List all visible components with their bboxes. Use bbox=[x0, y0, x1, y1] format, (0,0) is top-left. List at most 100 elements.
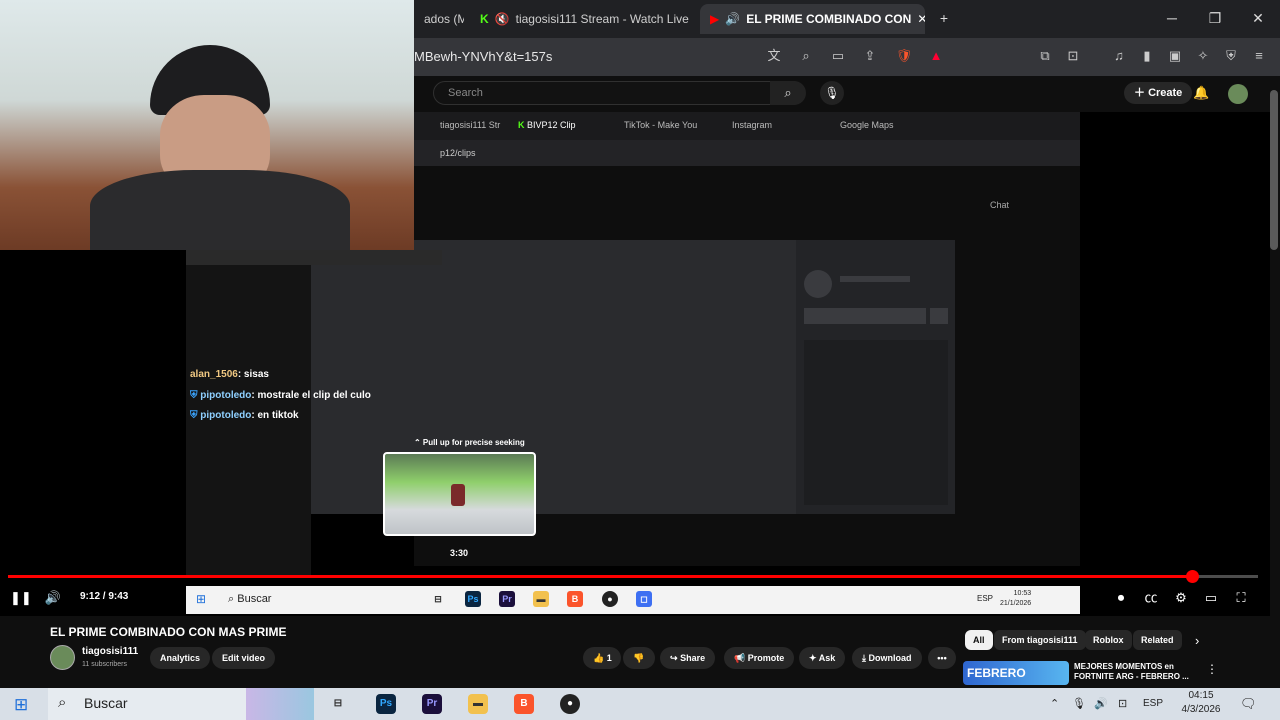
download-icon: ⤓ bbox=[862, 653, 866, 663]
minimize-icon[interactable]: ─ bbox=[1162, 8, 1182, 28]
account-avatar[interactable] bbox=[1228, 84, 1248, 104]
megaphone-icon: 📢 bbox=[734, 653, 746, 663]
sidebar-icon[interactable]: ▮ bbox=[1138, 47, 1156, 65]
tray-chevron-icon[interactable]: ⌃ bbox=[1050, 697, 1059, 710]
browser-tab-active[interactable]: ▶ 🔊 EL PRIME COMBINADO CON ✕ bbox=[700, 4, 925, 34]
translate-icon[interactable]: 文 bbox=[765, 47, 783, 65]
chat-username: pipotoledo bbox=[200, 390, 252, 401]
inner-tab-label: BIVP12 Clip bbox=[527, 120, 576, 130]
promote-label: Promote bbox=[747, 653, 785, 663]
vpn-icon[interactable]: ⛨ bbox=[1222, 47, 1240, 65]
create-label: Create bbox=[1148, 87, 1183, 99]
theater-mode-icon[interactable]: ▭ bbox=[1202, 589, 1220, 607]
like-button[interactable]: 👍 1 bbox=[583, 647, 621, 669]
windows-start-icon: ⊞ bbox=[196, 592, 207, 606]
captions-icon[interactable]: ㏄ bbox=[1142, 589, 1160, 607]
fullscreen-icon[interactable]: ⛶ bbox=[1232, 589, 1250, 607]
system-clock[interactable]: 04:15 4/3/2026 bbox=[1176, 689, 1226, 717]
settings-icon[interactable]: ⚙ bbox=[1172, 589, 1190, 607]
chat-username: pipotoledo bbox=[200, 410, 252, 421]
media-icon[interactable]: ♫ bbox=[1110, 47, 1128, 65]
restore-icon[interactable]: ❐ bbox=[1205, 8, 1225, 28]
url-field[interactable]: MBewh-YNVhY&t=157s bbox=[414, 49, 552, 64]
moderator-badge-icon: ⛨ bbox=[190, 410, 198, 421]
chat-text: : en tiktok bbox=[251, 410, 299, 421]
new-tab-button[interactable]: + bbox=[934, 8, 954, 28]
autoplay-toggle[interactable]: ⏺ bbox=[1112, 589, 1130, 607]
brave-rewards-icon[interactable]: ▲ bbox=[927, 47, 945, 65]
leo-icon[interactable]: ✧ bbox=[1194, 47, 1212, 65]
ask-button[interactable]: ✦ Ask bbox=[799, 647, 846, 669]
close-tab-icon[interactable]: ✕ bbox=[917, 12, 925, 26]
recommended-menu-icon[interactable]: ⋮ bbox=[1206, 662, 1218, 676]
task-view-icon: ⊟ bbox=[434, 594, 442, 604]
notification-center-icon[interactable]: 🗨 bbox=[1240, 696, 1257, 712]
chip-all[interactable]: All bbox=[965, 630, 993, 650]
zoom-icon[interactable]: ⌕ bbox=[797, 47, 815, 65]
notifications-icon[interactable]: 🔔 bbox=[1193, 85, 1209, 101]
share-label: Share bbox=[680, 653, 706, 663]
brave-icon[interactable]: B bbox=[514, 694, 534, 714]
brave-shield-icon[interactable]: 🛡 bbox=[895, 47, 913, 65]
pause-icon[interactable]: ❚❚ bbox=[10, 589, 32, 607]
share-button[interactable]: ↪ Share bbox=[660, 647, 716, 669]
obs-icon[interactable]: ● bbox=[560, 694, 580, 714]
task-view-icon[interactable]: ⊟ bbox=[328, 694, 348, 714]
chevron-right-icon[interactable]: › bbox=[1195, 633, 1199, 648]
cast-icon[interactable]: ▭ bbox=[829, 47, 847, 65]
dislike-button[interactable]: 👎 bbox=[623, 647, 655, 669]
microphone-icon[interactable]: 🎙 bbox=[820, 81, 844, 105]
premiere-icon[interactable]: Pr bbox=[422, 694, 442, 714]
chat-text: : mostrale el clip del culo bbox=[251, 390, 371, 401]
screenshot-icon[interactable]: ⊡ bbox=[1064, 47, 1082, 65]
inner-url: p12/clips bbox=[440, 148, 476, 158]
volume-icon[interactable]: 🔊 bbox=[1094, 697, 1108, 710]
more-actions-button[interactable]: ••• bbox=[928, 647, 956, 669]
channel-avatar[interactable] bbox=[50, 645, 75, 670]
chip-related[interactable]: Related bbox=[1133, 630, 1182, 650]
chip-roblox[interactable]: Roblox bbox=[1085, 630, 1132, 650]
inner-tab: Instagram bbox=[732, 120, 773, 130]
channel-name[interactable]: tiagosisi111 bbox=[82, 646, 138, 657]
browser-tab-stream[interactable]: K 🔇 tiagosisi111 Stream - Watch Live bbox=[470, 4, 695, 34]
network-icon[interactable]: ⊡ bbox=[1118, 697, 1127, 710]
share-icon[interactable]: ⇪ bbox=[861, 47, 879, 65]
inner-taskbar-search: ⌕ Buscar bbox=[228, 593, 271, 606]
progress-scrubber[interactable] bbox=[1185, 570, 1199, 583]
analytics-button[interactable]: Analytics bbox=[150, 647, 211, 669]
page-scrollbar[interactable] bbox=[1270, 90, 1278, 250]
close-window-icon[interactable]: ✕ bbox=[1248, 8, 1268, 28]
extensions-icon[interactable]: ⧉ bbox=[1036, 47, 1054, 65]
inner-taskbar bbox=[186, 586, 1080, 614]
plus-icon: ＋ bbox=[1134, 87, 1145, 99]
like-count: 1 bbox=[606, 653, 612, 663]
recommended-thumbnail[interactable]: FEBRERO bbox=[963, 661, 1069, 685]
wallet-icon[interactable]: ▣ bbox=[1166, 47, 1184, 65]
edit-video-button[interactable]: Edit video bbox=[212, 647, 276, 669]
recommended-title[interactable]: MEJORES MOMENTOS en FORTNITE ARG - FEBRE… bbox=[1074, 662, 1194, 682]
inner-tab: tiagosisi111 Str bbox=[440, 120, 501, 130]
microphone-icon[interactable]: 🎙 bbox=[1072, 697, 1086, 710]
browser-tab[interactable]: ados (M bbox=[414, 4, 464, 34]
search-icon[interactable]: ⌕ bbox=[770, 81, 806, 105]
inner-address-bar bbox=[414, 140, 1080, 166]
download-label: Download bbox=[868, 653, 912, 663]
chip-from-channel[interactable]: From tiagosisi111 bbox=[994, 630, 1086, 650]
youtube-icon: ▶ bbox=[710, 12, 720, 26]
create-button[interactable]: ＋ Create bbox=[1124, 82, 1193, 104]
inner-date: 21/1/2026 bbox=[1000, 600, 1032, 607]
menu-icon[interactable]: ≡ bbox=[1250, 47, 1268, 65]
language-indicator[interactable]: ESP bbox=[1143, 698, 1163, 709]
file-explorer-icon[interactable]: ▬ bbox=[468, 694, 488, 714]
video-title: EL PRIME COMBINADO CON MAS PRIME bbox=[50, 625, 287, 639]
app-icon: ◻ bbox=[636, 591, 652, 607]
volume-icon[interactable]: 🔊 bbox=[44, 589, 62, 607]
download-button[interactable]: ⤓ Download bbox=[852, 647, 922, 669]
chat-header-strip bbox=[186, 250, 442, 265]
seek-preview-time: 3:30 bbox=[450, 548, 469, 558]
chat-username: alan_1506 bbox=[190, 369, 238, 380]
search-input[interactable]: Search bbox=[433, 81, 805, 105]
photoshop-icon[interactable]: Ps bbox=[376, 694, 396, 714]
promote-button[interactable]: 📢 Promote bbox=[724, 647, 795, 669]
windows-start-icon[interactable]: ⊞ bbox=[14, 695, 28, 715]
